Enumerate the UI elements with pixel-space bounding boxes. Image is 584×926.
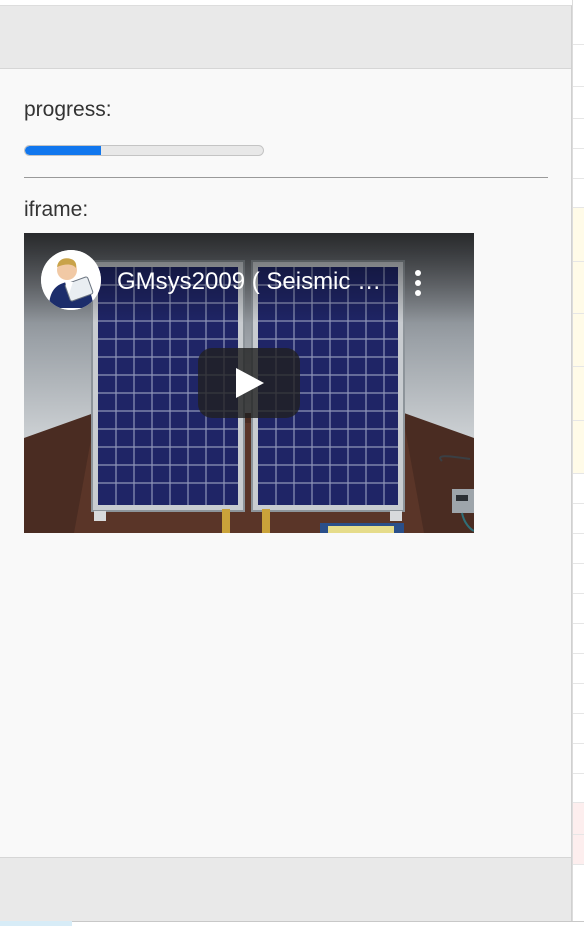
preview-panel: progress: iframe: GMsys2009 (Seismic In xyxy=(0,5,572,921)
highlight-row xyxy=(573,802,584,864)
background-page-strip xyxy=(572,0,584,926)
video-title[interactable]: GMsys2009 ( Seismic Instrumentation) Ins… xyxy=(117,268,387,296)
iframe-label: iframe: xyxy=(24,198,89,221)
taskbar-tab xyxy=(0,921,72,926)
bottom-edge xyxy=(72,921,584,926)
play-icon xyxy=(236,368,264,398)
progress-label: progress: xyxy=(24,98,112,121)
panel-header xyxy=(0,6,571,69)
highlight-row xyxy=(573,207,584,473)
channel-avatar-icon[interactable] xyxy=(41,250,101,310)
more-vert-icon[interactable] xyxy=(408,269,428,297)
divider xyxy=(24,177,548,178)
video-embed[interactable]: GMsys2009 ( Seismic Instrumentation) Ins… xyxy=(24,233,474,533)
progress-bar-fill xyxy=(25,146,102,155)
panel-footer xyxy=(0,857,571,921)
progress-bar xyxy=(24,145,264,156)
play-button[interactable] xyxy=(198,348,300,418)
